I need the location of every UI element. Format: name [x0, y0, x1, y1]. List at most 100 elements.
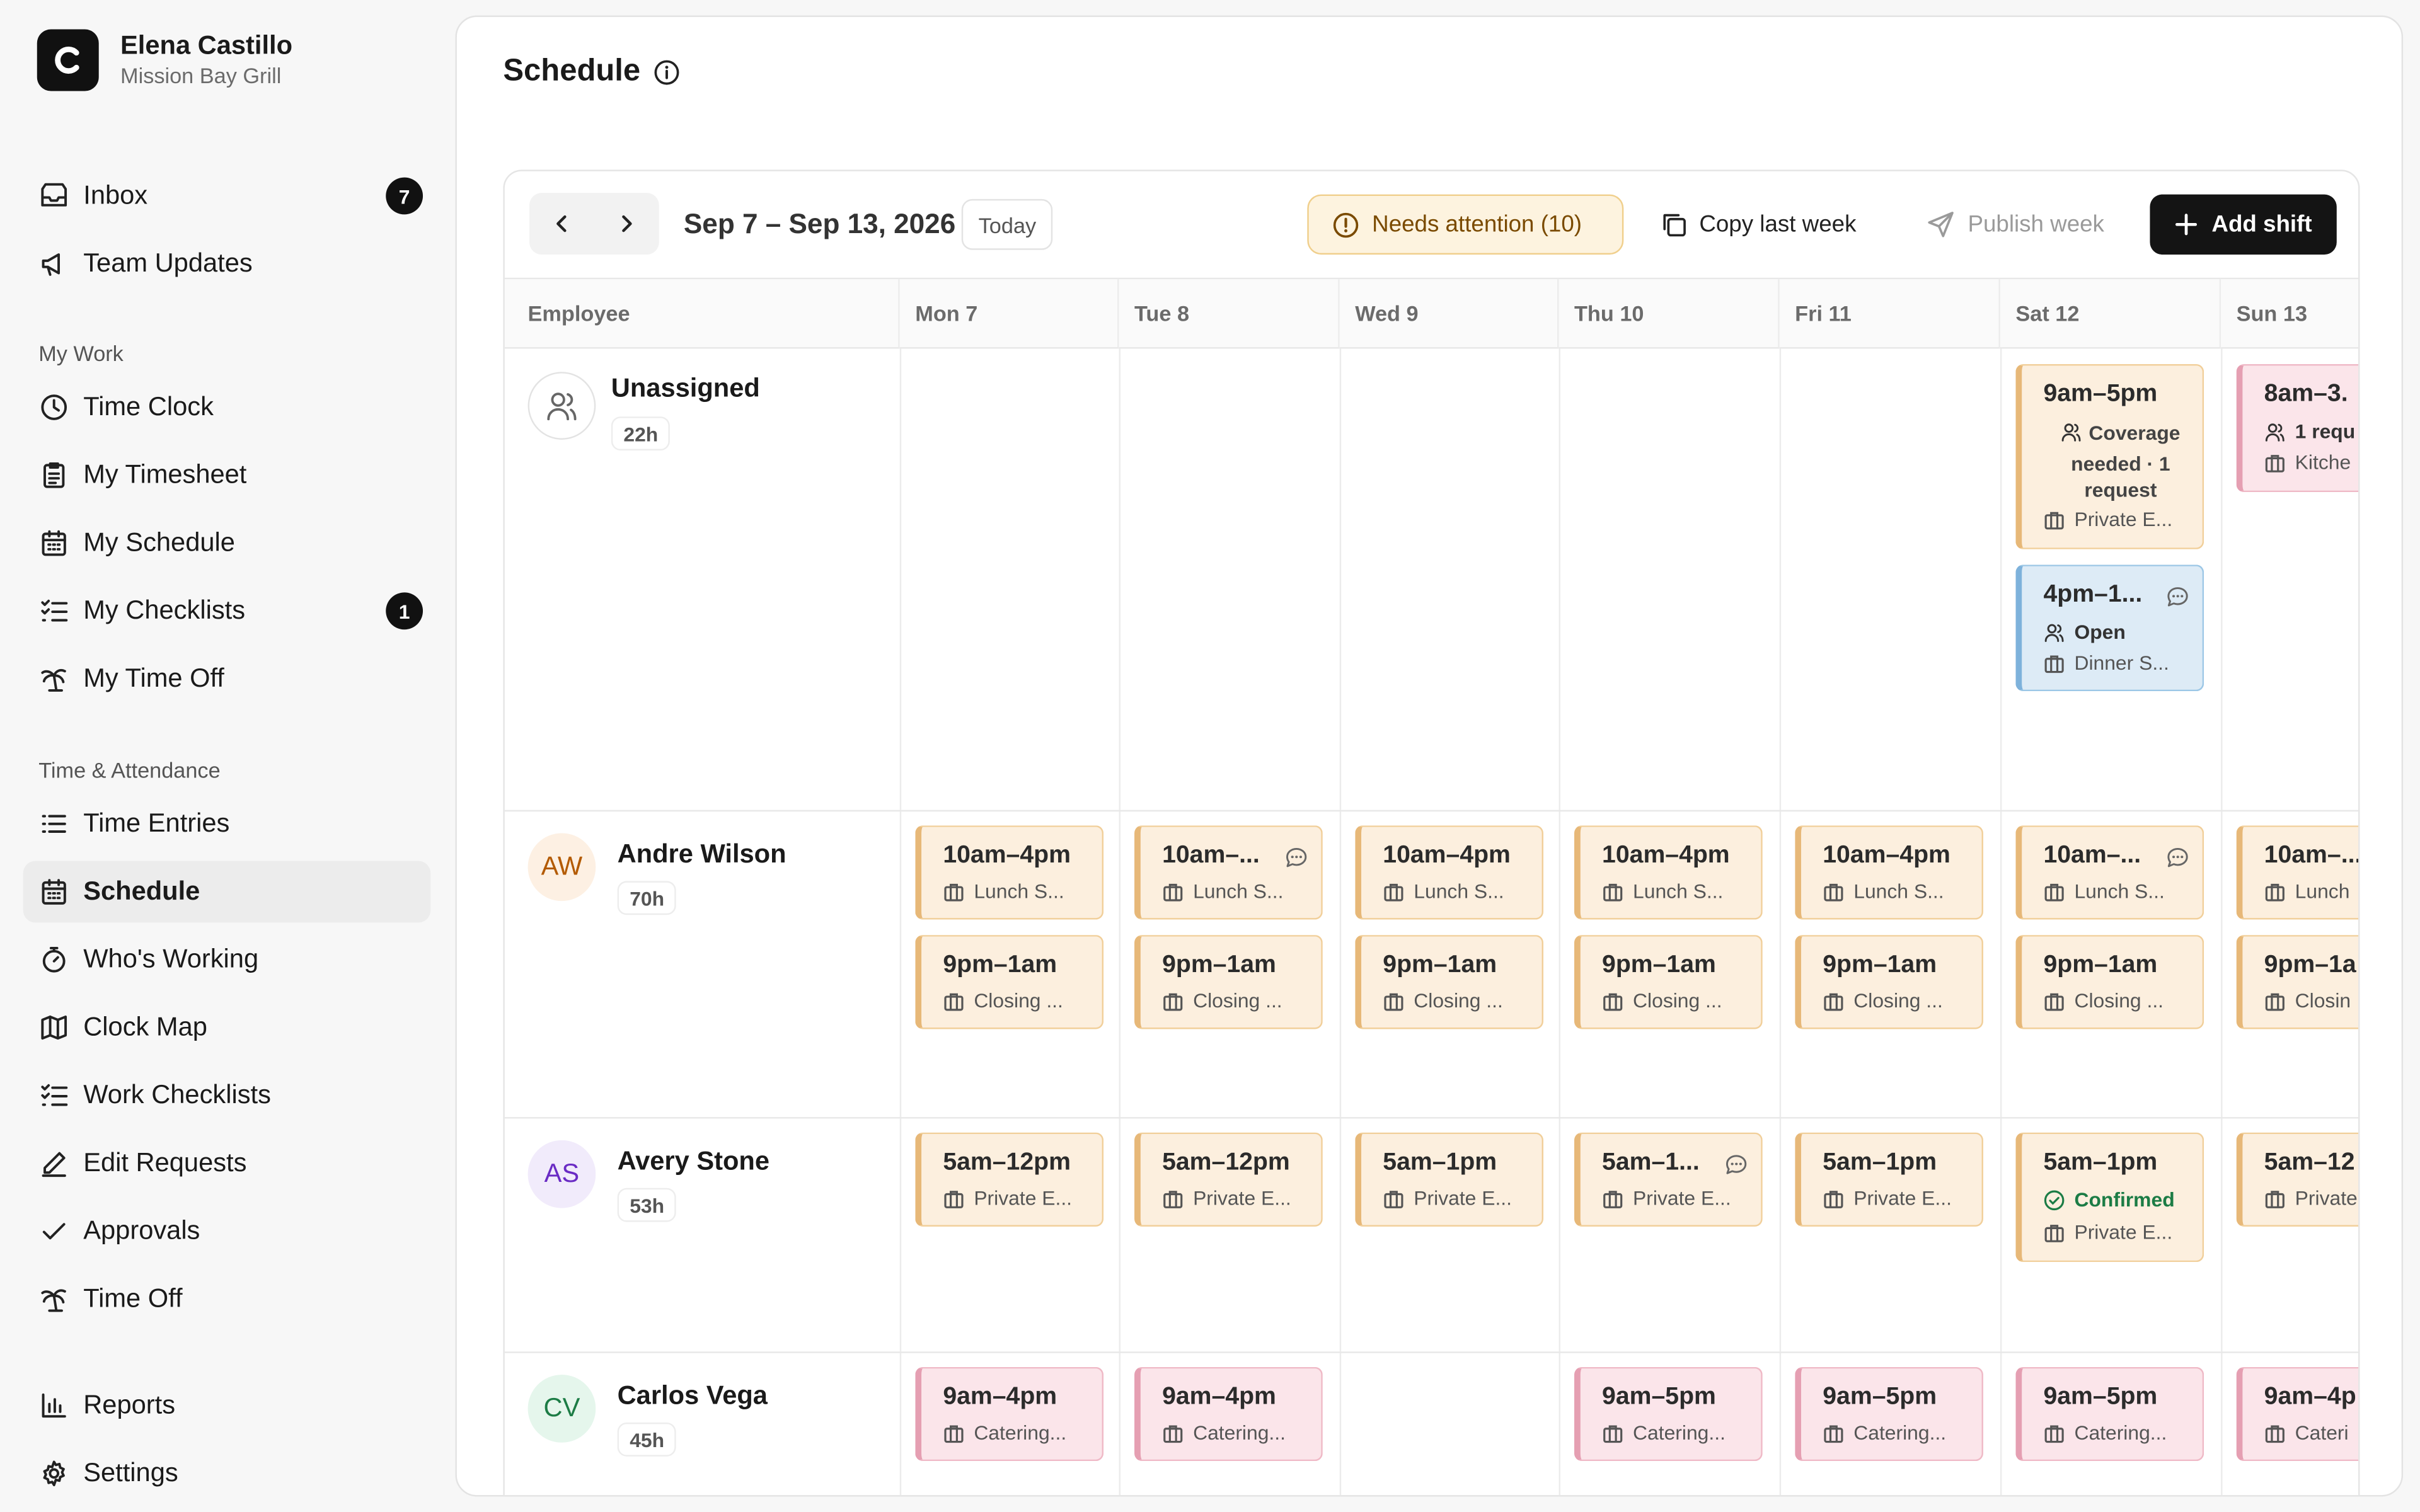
column-header-day[interactable]: Wed 9 — [1339, 279, 1559, 349]
sidebar-item-my-time-off[interactable]: My Time Off — [23, 648, 431, 710]
shift-card[interactable]: 4pm–1... Open Dinner S... — [2015, 564, 2204, 692]
column-header-day[interactable]: Sat 12 — [2000, 279, 2221, 349]
shift-card[interactable]: 5am–12pm Private E... — [915, 1132, 1104, 1227]
sidebar-item-time-entries[interactable]: Time Entries — [23, 793, 431, 855]
shift-card[interactable]: 5am–1pm Private E... — [1795, 1132, 1983, 1227]
sidebar-item-my-checklists[interactable]: My Checklists 1 — [23, 580, 431, 642]
account-switcher[interactable]: Elena Castillo Mission Bay Grill — [37, 29, 293, 91]
shift-card[interactable]: 9am–4p Cateri — [2236, 1366, 2359, 1462]
shift-card[interactable]: 9pm–1am Closing ... — [2015, 935, 2204, 1029]
shift-card[interactable]: 9pm–1am Closing ... — [1355, 935, 1543, 1029]
briefcase-icon — [2044, 1223, 2064, 1242]
shift-card[interactable]: 10am–4pm Lunch S... — [1355, 825, 1543, 920]
shift-card[interactable]: 9pm–1am Closing ... — [915, 935, 1104, 1029]
shift-card[interactable]: 9am–4pm Catering... — [1134, 1366, 1323, 1462]
palm-tree-icon-wrap — [38, 663, 69, 694]
shift-location: Private E... — [1633, 1186, 1731, 1210]
shift-card[interactable]: 8am–3. 1 requ Kitche — [2236, 364, 2359, 493]
shift-card[interactable]: 5am–1... Private E... — [1574, 1132, 1763, 1227]
sidebar-item-who-s-working[interactable]: Who's Working — [23, 929, 431, 990]
chat-icon[interactable] — [2165, 585, 2190, 609]
chat-icon[interactable] — [1284, 845, 1309, 870]
sidebar-item-time-clock[interactable]: Time Clock — [23, 377, 431, 438]
sidebar-item-time-off[interactable]: Time Off — [23, 1268, 431, 1330]
sidebar-item-my-timesheet[interactable]: My Timesheet — [23, 444, 431, 506]
column-header-day[interactable]: Fri 11 — [1779, 279, 2000, 349]
employee-hours: 53h — [617, 1188, 677, 1222]
sidebar-item-inbox[interactable]: Inbox 7 — [23, 165, 431, 227]
sidebar-item-my-schedule[interactable]: My Schedule — [23, 512, 431, 574]
plus-icon — [2175, 214, 2198, 236]
shift-location: Catering... — [1633, 1421, 1726, 1445]
sidebar-item-settings[interactable]: Settings — [23, 1443, 431, 1504]
people-icon — [2062, 423, 2082, 442]
shift-card[interactable]: 9am–5pm Catering... — [2015, 1366, 2204, 1462]
shift-card[interactable]: 10am–... Lunch — [2236, 825, 2359, 920]
shift-card[interactable]: 9am–5pm Catering... — [1795, 1366, 1983, 1462]
people-icon — [547, 392, 577, 421]
sidebar-item-schedule[interactable]: Schedule — [23, 861, 431, 923]
shift-card[interactable]: 9am–4pm Catering... — [915, 1366, 1104, 1462]
shift-time: 10am–... — [2043, 842, 2141, 869]
sidebar-item-work-checklists[interactable]: Work Checklists — [23, 1065, 431, 1126]
sidebar-item-clock-map[interactable]: Clock Map — [23, 997, 431, 1058]
copy-last-week-button[interactable]: Copy last week — [1659, 195, 1856, 255]
shift-time: 10am–... — [1162, 842, 1260, 869]
next-week-button[interactable] — [594, 193, 659, 255]
shift-card[interactable]: 10am–... Lunch S... — [1134, 825, 1323, 920]
palm-tree-icon — [41, 668, 66, 692]
column-header-day[interactable]: Mon 7 — [899, 279, 1119, 349]
shift-card[interactable]: 5am–12 Private — [2236, 1132, 2359, 1227]
briefcase-icon — [944, 883, 964, 901]
column-divider — [1339, 348, 1342, 1496]
shift-card[interactable]: 9pm–1am Closing ... — [1574, 935, 1763, 1029]
shift-card[interactable]: 5am–12pm Private E... — [1134, 1132, 1323, 1227]
shift-card[interactable]: 9pm–1am Closing ... — [1795, 935, 1983, 1029]
sidebar-item-label: My Checklists — [83, 595, 246, 625]
chat-icon[interactable] — [1724, 1152, 1749, 1177]
week-navigation — [529, 193, 659, 255]
column-header-day[interactable]: Thu 10 — [1559, 279, 1780, 349]
shift-time: 9pm–1am — [943, 952, 1057, 978]
today-button[interactable]: Today — [961, 198, 1054, 250]
briefcase-icon — [1163, 1424, 1183, 1442]
shift-time: 5am–1... — [1602, 1149, 1700, 1176]
employee-hours: 45h — [617, 1422, 677, 1457]
briefcase-icon — [2265, 1190, 2285, 1208]
shift-card[interactable]: 9am–5pm Coverage needed · 1 request Privat… — [2015, 364, 2204, 549]
coverage-note-text: Coverage needed · 1 request — [2071, 421, 2181, 501]
chat-icon[interactable] — [2165, 845, 2190, 870]
shift-card[interactable]: 10am–... Lunch S... — [2015, 825, 2204, 920]
calendar-icon-wrap — [38, 876, 69, 907]
notification-badge: 1 — [386, 592, 424, 630]
briefcase-icon — [1384, 1190, 1403, 1208]
shift-card[interactable]: 9pm–1am Closing ... — [1134, 935, 1323, 1029]
shift-card[interactable]: 9pm–1a Closin — [2236, 935, 2359, 1029]
sidebar-item-approvals[interactable]: Approvals — [23, 1200, 431, 1262]
briefcase-icon — [1384, 883, 1403, 901]
column-header-day[interactable]: Sun 13 — [2221, 279, 2359, 349]
shift-time: 9am–4pm — [943, 1383, 1057, 1411]
needs-attention-button[interactable]: Needs attention (10) — [1307, 194, 1624, 255]
info-icon[interactable] — [653, 58, 681, 86]
shift-location: Lunch S... — [974, 879, 1064, 903]
sidebar-item-edit-requests[interactable]: Edit Requests — [23, 1133, 431, 1194]
briefcase-icon — [1824, 1190, 1843, 1208]
shift-card[interactable]: 5am–1pm Private E... — [1355, 1132, 1543, 1227]
sidebar-item-reports[interactable]: Reports — [23, 1375, 431, 1436]
shift-card[interactable]: 10am–4pm Lunch S... — [1795, 825, 1983, 920]
column-header-day[interactable]: Tue 8 — [1119, 279, 1340, 349]
column-divider — [2221, 348, 2223, 1496]
previous-week-button[interactable] — [529, 193, 594, 255]
shift-card[interactable]: 10am–4pm Lunch S... — [1574, 825, 1763, 920]
sidebar-item-team-updates[interactable]: Team Updates — [23, 233, 431, 295]
shift-card[interactable]: 9am–5pm Catering... — [1574, 1366, 1763, 1462]
publish-week-button[interactable]: Publish week — [1926, 195, 2104, 255]
shift-card[interactable]: 5am–1pm Confirmed Private E... — [2015, 1132, 2204, 1263]
briefcase-icon — [1163, 1190, 1183, 1208]
shift-card[interactable]: 10am–4pm Lunch S... — [915, 825, 1104, 920]
add-shift-button[interactable]: Add shift — [2150, 194, 2337, 255]
row-divider — [504, 1117, 2359, 1119]
shift-location: Lunch S... — [1633, 879, 1724, 903]
user-name: Elena Castillo — [120, 30, 293, 60]
